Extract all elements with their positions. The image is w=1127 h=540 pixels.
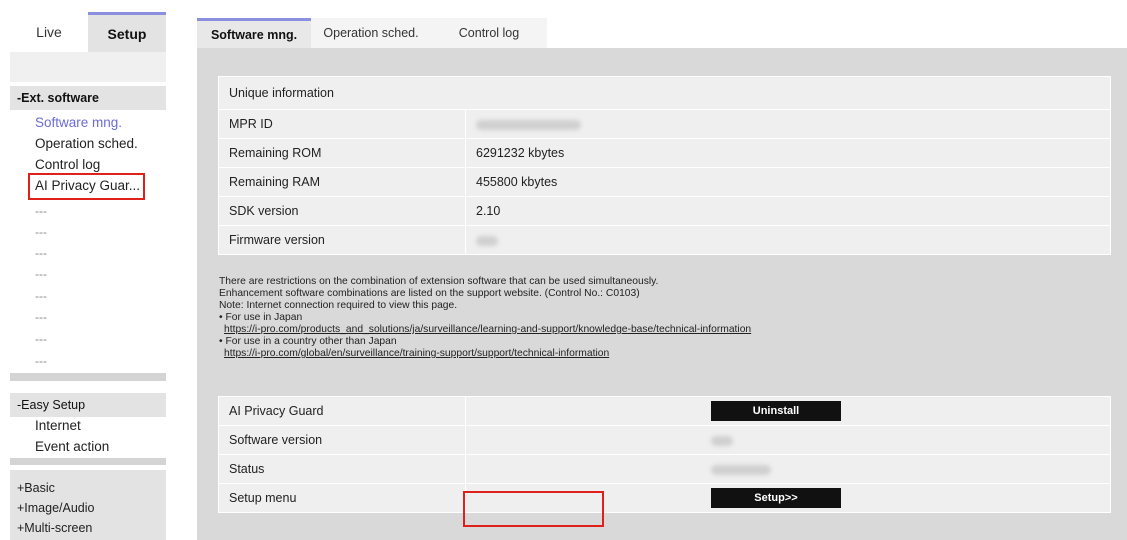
row-label: Firmware version: [218, 225, 466, 255]
row-label: Software version: [218, 425, 466, 455]
tab-software-mng-label: Software mng.: [210, 27, 298, 42]
tab-setup[interactable]: Setup: [88, 12, 166, 52]
tab-operation-sched-label: Operation sched.: [323, 26, 419, 40]
tab-control-log[interactable]: Control log: [431, 18, 547, 48]
redacted-value: [711, 464, 771, 475]
sidebar: Live Setup -Ext. software Software mng. …: [0, 0, 166, 540]
status-value: [465, 454, 1111, 484]
group-image-audio[interactable]: +Image/Audio: [17, 501, 94, 515]
tab-software-mng[interactable]: Software mng.: [197, 18, 311, 48]
sidebar-item-operation-sched[interactable]: Operation sched.: [35, 136, 138, 151]
note-line: Enhancement software combinations are li…: [219, 288, 640, 299]
remaining-rom-value: 6291232 kbytes: [465, 138, 1111, 168]
sidebar-item-empty[interactable]: ---: [35, 204, 47, 218]
tab-setup-label: Setup: [107, 25, 147, 42]
table-row: SDK version 2.10: [218, 196, 1111, 226]
sidebar-item-internet[interactable]: Internet: [35, 418, 81, 433]
row-label: Remaining ROM: [218, 138, 466, 168]
note-line: There are restrictions on the combinatio…: [219, 276, 659, 287]
sidebar-item-empty[interactable]: ---: [35, 246, 47, 260]
table-row: Setup menu Setup>>: [218, 483, 1111, 513]
table-row: AI Privacy Guard Uninstall: [218, 396, 1111, 426]
sidebar-divider: [10, 373, 166, 381]
row-label: MPR ID: [218, 109, 466, 139]
group-ext-software[interactable]: -Ext. software: [10, 86, 166, 110]
ai-privacy-guard-highlight: [28, 173, 145, 200]
sidebar-item-empty[interactable]: ---: [35, 267, 47, 281]
setup-button[interactable]: Setup>>: [711, 488, 841, 508]
redacted-value: [476, 119, 581, 130]
group-ext-software-label: -Ext. software: [17, 91, 99, 105]
row-label: Setup menu: [218, 483, 466, 513]
uninstall-cell: Uninstall: [465, 396, 1111, 426]
remaining-ram-value: 455800 kbytes: [465, 167, 1111, 197]
uninstall-button[interactable]: Uninstall: [711, 401, 841, 421]
sidebar-item-empty[interactable]: ---: [35, 225, 47, 239]
software-version-value: [465, 425, 1111, 455]
sidebar-item-control-log[interactable]: Control log: [35, 157, 100, 172]
sidebar-item-empty[interactable]: ---: [35, 354, 47, 368]
table-row: Remaining RAM 455800 kbytes: [218, 167, 1111, 197]
note-other-label: • For use in a country other than Japan: [219, 336, 397, 347]
sidebar-item-software-mng[interactable]: Software mng.: [35, 115, 122, 130]
tab-operation-sched[interactable]: Operation sched.: [311, 18, 431, 48]
software-table: AI Privacy Guard Uninstall Software vers…: [218, 396, 1111, 513]
table-row: Unique information: [218, 76, 1111, 110]
table-row: Remaining ROM 6291232 kbytes: [218, 138, 1111, 168]
tab-live[interactable]: Live: [10, 12, 88, 52]
redacted-value: [711, 435, 733, 446]
row-label: Status: [218, 454, 466, 484]
tab-control-log-label: Control log: [458, 26, 520, 40]
main-tabs: Software mng. Operation sched. Control l…: [197, 18, 547, 48]
mode-tabs: Live Setup: [10, 12, 166, 52]
unique-info-header: Unique information: [218, 76, 1111, 110]
unique-info-table: Unique information MPR ID Remaining ROM …: [218, 76, 1111, 255]
sidebar-item-empty[interactable]: ---: [35, 310, 47, 324]
redacted-value: [476, 235, 498, 246]
sidebar-item-event-action[interactable]: Event action: [35, 439, 109, 454]
sidebar-item-empty[interactable]: ---: [35, 332, 47, 346]
sidebar-divider: [10, 458, 166, 465]
group-easy-setup-label: -Easy Setup: [17, 398, 86, 412]
table-row: MPR ID: [218, 109, 1111, 139]
group-multi-screen[interactable]: +Multi-screen: [17, 521, 92, 535]
link-global-technical-info[interactable]: https://i-pro.com/global/en/surveillance…: [224, 348, 609, 359]
table-row: Status: [218, 454, 1111, 484]
table-row: Software version: [218, 425, 1111, 455]
setup-button-highlight: [463, 491, 604, 527]
row-label: SDK version: [218, 196, 466, 226]
sidebar-item-empty[interactable]: ---: [35, 289, 47, 303]
sdk-version-value: 2.10: [465, 196, 1111, 226]
software-name: AI Privacy Guard: [218, 396, 466, 426]
note-line: Note: Internet connection required to vi…: [219, 300, 458, 311]
table-row: Firmware version: [218, 225, 1111, 255]
restrictions-notes: There are restrictions on the combinatio…: [219, 276, 1099, 360]
group-easy-setup[interactable]: -Easy Setup: [10, 393, 166, 417]
link-japan-technical-info[interactable]: https://i-pro.com/products_and_solutions…: [224, 324, 751, 335]
tab-live-label: Live: [36, 24, 62, 40]
mpr-id-value: [465, 109, 1111, 139]
row-label: Remaining RAM: [218, 167, 466, 197]
note-japan-label: • For use in Japan: [219, 312, 303, 323]
sidebar-spacer: [10, 52, 166, 82]
firmware-version-value: [465, 225, 1111, 255]
group-basic[interactable]: +Basic: [17, 481, 55, 495]
